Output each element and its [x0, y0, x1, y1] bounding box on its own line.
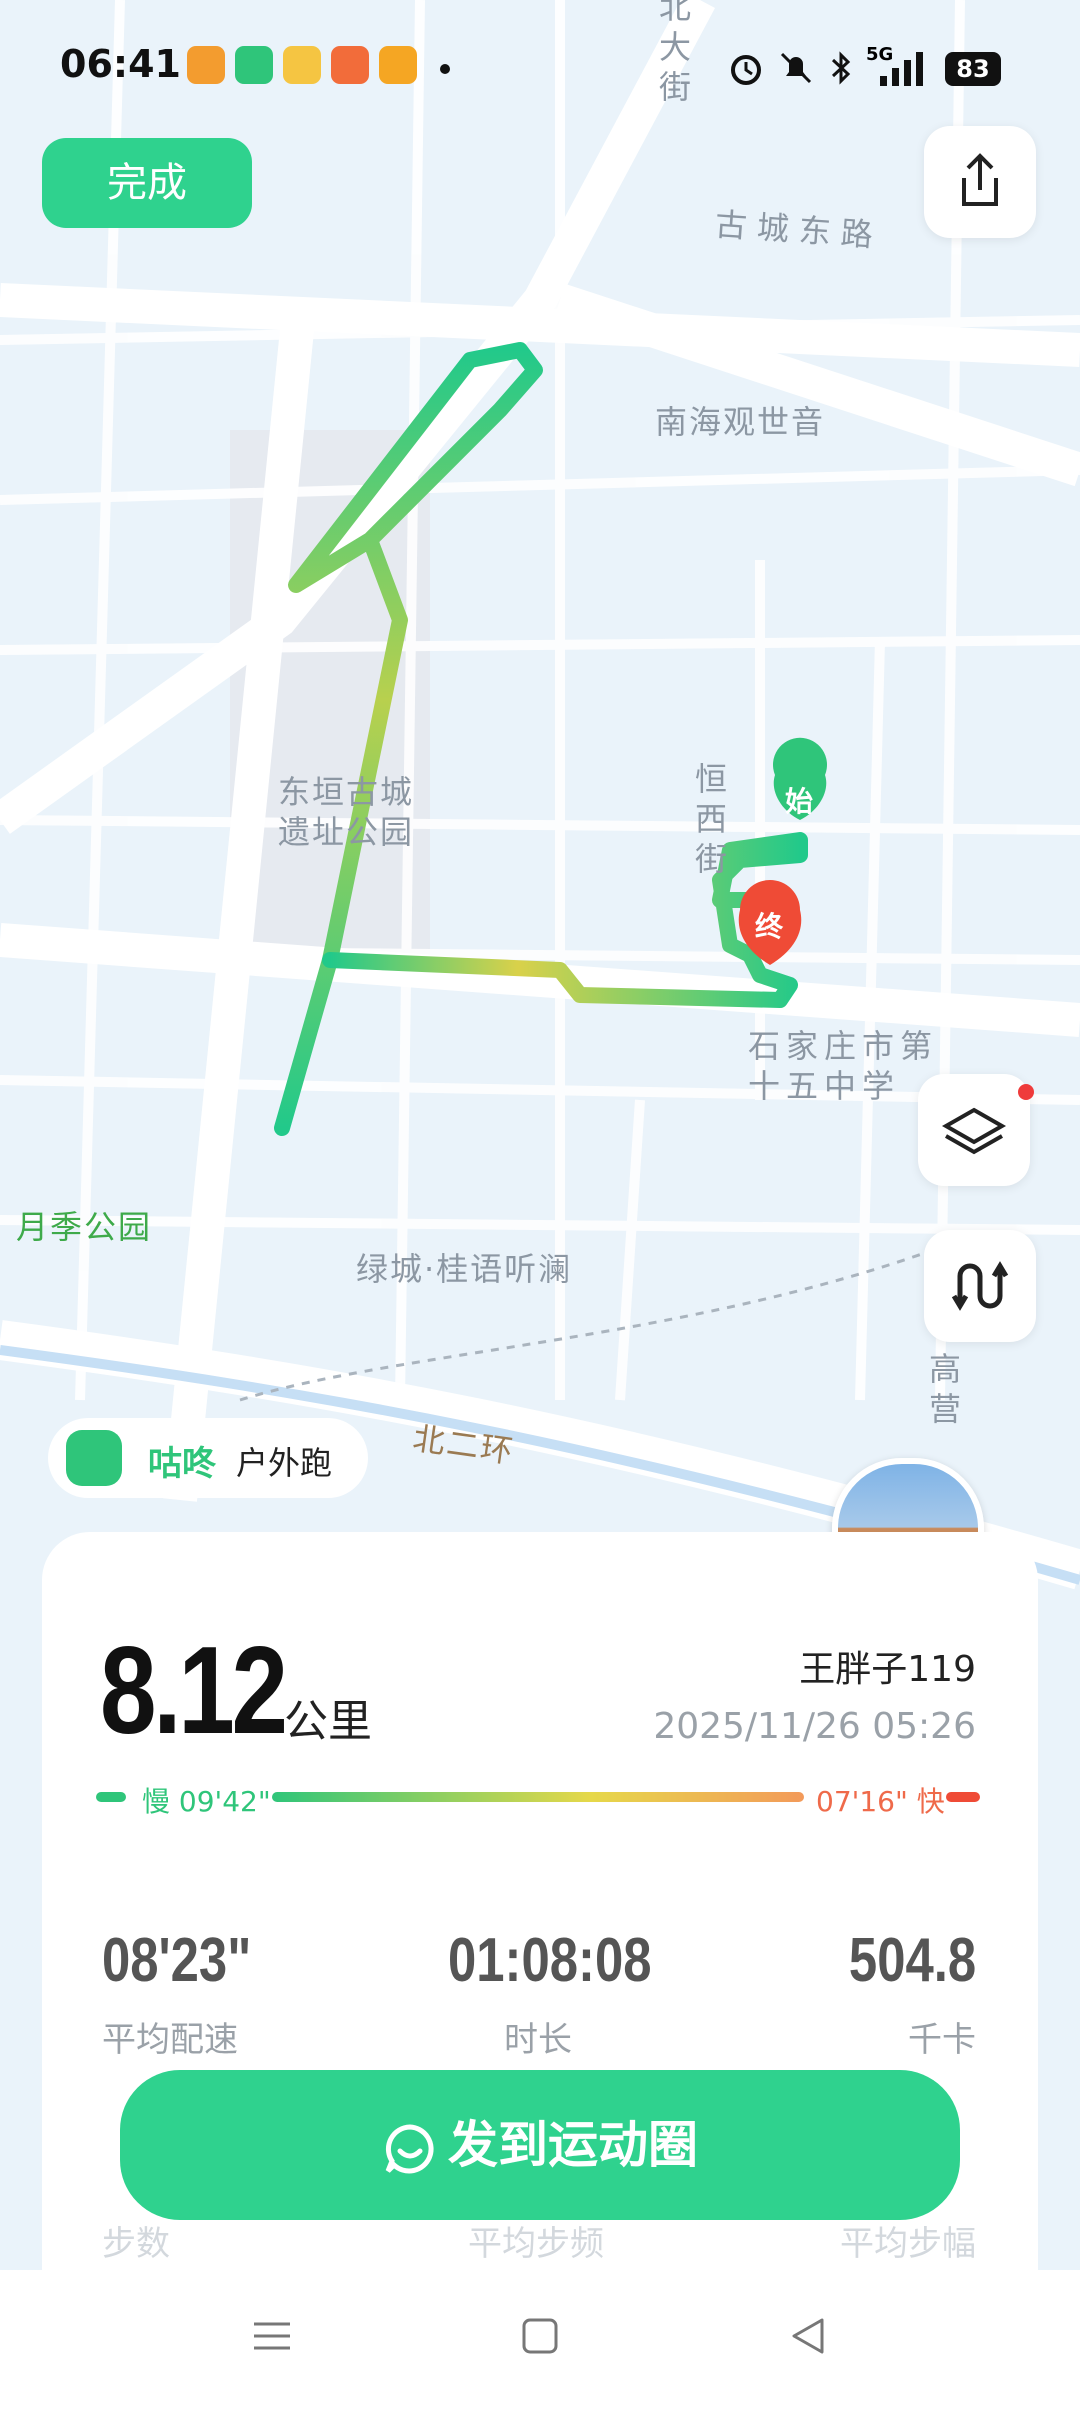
more-notifications-icon — [440, 64, 450, 74]
layers-icon — [941, 1107, 1007, 1155]
slow-pace-swatch — [96, 1792, 126, 1802]
mute-bell-icon — [780, 52, 812, 84]
route-playback-button[interactable] — [924, 1230, 1036, 1342]
activity-type-badge: 咕咚 户外跑 — [48, 1418, 368, 1498]
app-notification-icon — [235, 46, 273, 84]
notification-dot — [1018, 1084, 1034, 1100]
map-label-park: 东垣古城 遗址公园 — [278, 773, 415, 851]
map-label-gaoying: 高营 — [924, 1352, 962, 1432]
map-label-lvcheng: 绿城·桂语听澜 — [356, 1250, 573, 1288]
start-marker-label: 始 — [785, 785, 814, 818]
alarm-icon — [731, 55, 761, 85]
back-icon[interactable] — [786, 2314, 830, 2358]
home-icon[interactable] — [518, 2314, 562, 2358]
app-notification-icon — [331, 46, 369, 84]
status-time: 06:41 — [60, 42, 181, 86]
codoon-logo-icon — [66, 1430, 122, 1486]
activity-datetime: 2025/11/26 05:26 — [653, 1706, 976, 1747]
pace-gradient-bar — [272, 1792, 804, 1802]
signal-icon — [880, 52, 923, 86]
status-bar: 06:41 5G 83 — [0, 0, 1080, 140]
map-label-hengxi: 恒西街 — [690, 762, 728, 882]
avg-pace-value: 08'23" — [102, 1926, 252, 1995]
avg-cadence-label: 平均步频 — [468, 2224, 604, 2264]
post-to-feed-button[interactable]: 发到运动圈 — [120, 2070, 960, 2220]
menu-icon[interactable] — [250, 2314, 294, 2358]
duration-label: 时长 — [504, 2020, 572, 2060]
weibo-icon — [283, 46, 321, 84]
route-icon — [951, 1261, 1009, 1311]
map-layers-button[interactable] — [918, 1074, 1030, 1186]
app-notification-icon — [379, 46, 417, 84]
chat-bubble-icon — [385, 2123, 434, 2173]
brand-name: 咕咚 — [148, 1444, 216, 1484]
calories-value: 504.8 — [848, 1926, 976, 1995]
steps-label: 步数 — [102, 2224, 170, 2264]
duration-value: 01:08:08 — [448, 1926, 652, 1995]
avg-pace-label: 平均配速 — [102, 2020, 238, 2060]
system-nav-bar — [0, 2270, 1080, 2412]
calories-label: 千卡 — [908, 2020, 976, 2060]
distance-value: 8.12 — [100, 1622, 288, 1760]
fast-pace-label: 07'16" 快 — [816, 1785, 945, 1818]
done-button[interactable]: 完成 — [42, 138, 252, 228]
slow-pace-label: 慢 09'42" — [142, 1785, 271, 1818]
bluetooth-icon — [831, 51, 851, 85]
share-icon — [962, 153, 998, 206]
end-marker-label: 终 — [755, 910, 784, 943]
map-label-school: 石家庄市第 十五中学 — [748, 1027, 939, 1105]
fast-pace-swatch — [946, 1792, 980, 1802]
activity-type: 户外跑 — [236, 1444, 333, 1482]
distance-unit: 公里 — [284, 1696, 372, 1747]
share-button[interactable] — [924, 126, 1036, 238]
map-label-yueji: 月季公园 — [16, 1208, 153, 1246]
battery-indicator: 83 — [945, 52, 1001, 86]
app-notification-icon — [187, 46, 225, 84]
avg-stride-label: 平均步幅 — [840, 2224, 976, 2264]
post-to-feed-label: 发到运动圈 — [448, 2116, 698, 2174]
map-label-nanhai: 南海观世音 — [655, 403, 826, 441]
pace-legend: 慢 09'42" 07'16" 快 — [96, 1780, 984, 1818]
username: 王胖子119 — [799, 1649, 976, 1690]
